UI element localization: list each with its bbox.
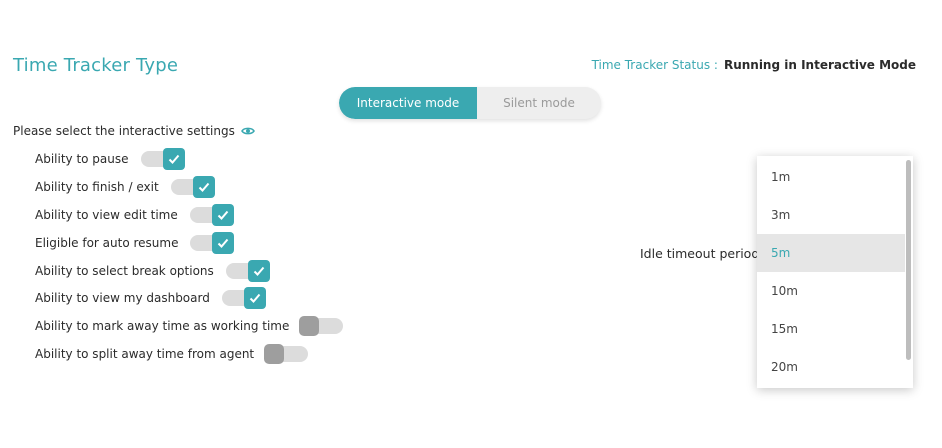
setting-label: Ability to view my dashboard bbox=[35, 291, 210, 305]
dropdown-scrollbar[interactable] bbox=[906, 160, 911, 360]
silent-mode-button[interactable]: Silent mode bbox=[477, 87, 601, 119]
view-edit-time-toggle[interactable] bbox=[189, 204, 234, 226]
eye-icon[interactable] bbox=[240, 126, 255, 136]
interactive-settings-label: Please select the interactive settings bbox=[13, 124, 255, 138]
setting-label: Ability to pause bbox=[35, 152, 129, 166]
idle-option-5m[interactable]: 5m bbox=[757, 234, 905, 272]
setting-label: Ability to mark away time as working tim… bbox=[35, 319, 290, 333]
check-icon bbox=[217, 210, 228, 220]
idle-timeout-label: Idle timeout period bbox=[640, 246, 760, 261]
mark-away-time-toggle[interactable] bbox=[299, 316, 344, 336]
mode-toggle: Interactive mode Silent mode bbox=[339, 87, 601, 119]
check-icon bbox=[168, 154, 179, 164]
idle-timeout-dropdown: 1m 3m 5m 10m 15m 20m bbox=[757, 156, 913, 388]
idle-option-20m[interactable]: 20m bbox=[757, 348, 905, 386]
section-label-text: Please select the interactive settings bbox=[13, 124, 235, 138]
interactive-mode-button[interactable]: Interactive mode bbox=[339, 87, 477, 119]
pause-toggle[interactable] bbox=[140, 148, 185, 170]
finish-exit-toggle[interactable] bbox=[170, 176, 215, 198]
setting-ability-to-pause: Ability to pause bbox=[35, 148, 185, 170]
setting-label: Ability to select break options bbox=[35, 264, 214, 278]
status-value: Running in Interactive Mode bbox=[723, 58, 916, 72]
check-icon bbox=[249, 293, 261, 303]
idle-option-10m[interactable]: 10m bbox=[757, 272, 905, 310]
break-options-toggle[interactable] bbox=[225, 260, 270, 282]
split-away-time-toggle[interactable] bbox=[264, 344, 309, 364]
status-label: Time Tracker Status : bbox=[591, 58, 718, 72]
setting-split-away-time-from-agent: Ability to split away time from agent bbox=[35, 343, 309, 365]
time-tracker-title: Time Tracker Type bbox=[13, 55, 179, 76]
setting-mark-away-time-as-working-time: Ability to mark away time as working tim… bbox=[35, 315, 344, 337]
setting-ability-to-select-break-options: Ability to select break options bbox=[35, 260, 270, 282]
auto-resume-toggle[interactable] bbox=[190, 232, 235, 254]
idle-option-15m[interactable]: 15m bbox=[757, 310, 905, 348]
setting-ability-to-finish-exit: Ability to finish / exit bbox=[35, 176, 215, 198]
setting-label: Ability to split away time from agent bbox=[35, 347, 255, 361]
setting-label: Eligible for auto resume bbox=[35, 236, 179, 250]
check-icon bbox=[253, 266, 265, 276]
setting-eligible-for-auto-resume: Eligible for auto resume bbox=[35, 232, 235, 254]
check-icon bbox=[218, 238, 229, 248]
setting-label: Ability to view edit time bbox=[35, 208, 178, 222]
check-icon bbox=[198, 182, 209, 192]
setting-ability-to-view-my-dashboard: Ability to view my dashboard bbox=[35, 287, 266, 309]
idle-option-1m[interactable]: 1m bbox=[757, 158, 905, 196]
tracker-status: Time Tracker Status : Running in Interac… bbox=[592, 58, 916, 72]
setting-label: Ability to finish / exit bbox=[35, 180, 159, 194]
idle-option-3m[interactable]: 3m bbox=[757, 196, 905, 234]
setting-ability-to-view-edit-time: Ability to view edit time bbox=[35, 204, 234, 226]
dashboard-toggle[interactable] bbox=[221, 287, 266, 309]
